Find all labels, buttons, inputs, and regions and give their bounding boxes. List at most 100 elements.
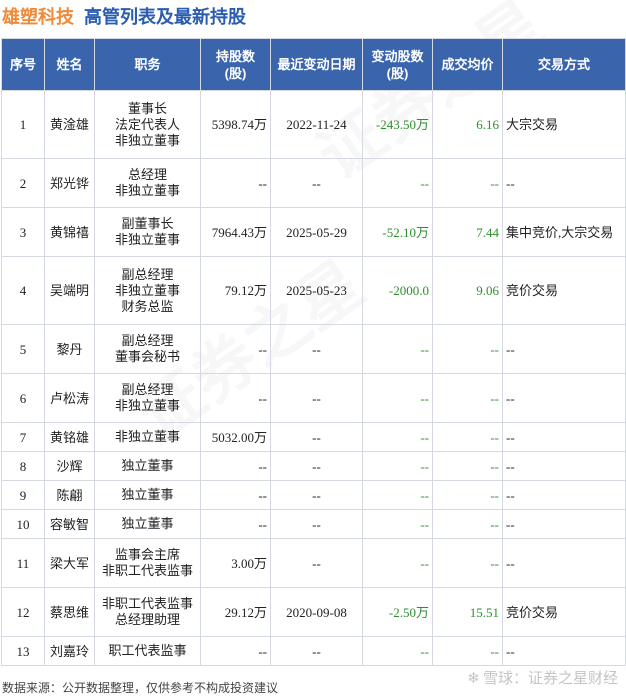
cell-position: 董事长 法定代表人 非独立董事 [94,90,201,159]
cell-change: -- [362,324,433,374]
cell-name: 黎丹 [44,324,95,374]
snowball-icon: ❄ [467,670,480,687]
position-line: 副总经理 [121,382,174,397]
cell-name: 刘嘉玲 [44,636,95,666]
cell-position: 副总经理 董事会秘书 [94,324,201,374]
cell-change: -- [362,509,433,539]
table-body: 1 黄淦雄 董事长 法定代表人 非独立董事 5398.74万 2022-11-24 -243.… [1,90,626,666]
table-row: 9 陈翩 独立董事 -- -- -- -- -- [1,480,626,510]
position-line: 非独立董事 [114,398,180,413]
table-row: 5 黎丹 副总经理 董事会秘书 -- -- -- -- -- [1,324,626,374]
cell-change: -2000.0 [362,256,433,325]
cell-method: 大宗交易 [502,90,626,159]
cell-method: -- [502,373,626,423]
header-no: 序号 [1,38,45,91]
cell-date: 2025-05-29 [270,207,363,257]
header-price: 成交均价 [432,38,503,91]
position-line: 总经理 [127,167,167,182]
position-line: 独立董事 [121,458,174,473]
cell-price: -- [432,636,503,666]
cell-holding: -- [200,509,271,539]
header-name: 姓名 [44,38,95,91]
cell-holding: -- [200,373,271,423]
cell-price: 6.16 [432,90,503,159]
cell-name: 沙辉 [44,451,95,481]
cell-method: 竞价交易 [502,256,626,325]
cell-holding: 3.00万 [200,538,271,588]
cell-no: 8 [1,451,45,481]
cell-date: -- [270,373,363,423]
header-date: 最近变动日期 [270,38,363,91]
header-method: 交易方式 [502,38,626,91]
cell-holding: -- [200,480,271,510]
position-line: 非独立董事 [114,429,180,444]
cell-price: -- [432,324,503,374]
table-header-row: 序号 姓名 职务 持股数 (股) 最近变动日期 变动股数 (股) 成交均价 交易方式 [1,38,626,91]
position-line: 职工代表监事 [108,643,187,658]
cell-method: -- [502,509,626,539]
header-holding-label: 持股数 (股) [215,48,255,81]
cell-name: 卢松涛 [44,373,95,423]
cell-name: 黄锦禧 [44,207,95,257]
cell-no: 10 [1,509,45,539]
page-title: 雄塑科技 高管列表及最新持股 [2,3,246,31]
cell-holding: -- [200,636,271,666]
position-line: 非职工代表监事 [101,563,193,578]
header-change: 变动股数 (股) [362,38,433,91]
cell-change: -243.50万 [362,90,433,159]
cell-price: -- [432,538,503,588]
position-line: 非独立董事 [114,282,180,298]
table-row: 2 郑光铧 总经理 非独立董事 -- -- -- -- -- [1,158,626,208]
cell-no: 5 [1,324,45,374]
cell-holding: -- [200,451,271,481]
table-row: 12 蔡思维 非职工代表监事 总经理助理 29.12万 2020-09-08 -2.50万 1… [1,587,626,637]
cell-name: 梁大军 [44,538,95,588]
cell-position: 副总经理 非独立董事 [94,373,201,423]
cell-price: -- [432,480,503,510]
cell-method: -- [502,324,626,374]
cell-name: 陈翩 [44,480,95,510]
position-line: 副总经理 [121,333,174,348]
cell-change: -- [362,373,433,423]
cell-name: 郑光铧 [44,158,95,208]
cell-position: 副总经理 非独立董事 财务总监 [94,256,201,325]
cell-position: 独立董事 [94,451,201,481]
cell-date: -- [270,538,363,588]
table-row: 8 沙辉 独立董事 -- -- -- -- -- [1,451,626,481]
cell-price: -- [432,451,503,481]
cell-price: -- [432,509,503,539]
position-line: 非独立董事 [114,232,180,247]
data-source-note: 数据来源：公开数据整理，仅供参考不构成投资建议 [2,681,279,695]
cell-date: -- [270,451,363,481]
cell-no: 4 [1,256,45,325]
cell-method: 竞价交易 [502,587,626,637]
cell-no: 11 [1,538,45,588]
cell-method: -- [502,451,626,481]
cell-holding: 5398.74万 [200,90,271,159]
cell-no: 9 [1,480,45,510]
executive-table-container: 序号 姓名 职务 持股数 (股) 最近变动日期 变动股数 (股) 成交均价 交易方式… [1,38,626,666]
position-line: 非独立董事 [114,183,180,198]
cell-position: 独立董事 [94,480,201,510]
cell-position: 副董事长 非独立董事 [94,207,201,257]
position-line: 独立董事 [121,487,174,502]
position-line: 财务总监 [121,298,174,314]
page-subtitle: 高管列表及最新持股 [84,7,246,27]
cell-change: -- [362,636,433,666]
cell-position: 监事会主席 非职工代表监事 [94,538,201,588]
cell-position: 职工代表监事 [94,636,201,666]
cell-method: -- [502,158,626,208]
cell-position: 非职工代表监事 总经理助理 [94,587,201,637]
brand-watermark-text: 雪球：证券之星财经 [482,670,618,687]
cell-date: 2025-05-23 [270,256,363,325]
cell-method: -- [502,480,626,510]
cell-method: -- [502,636,626,666]
cell-date: -- [270,422,363,452]
cell-position: 独立董事 [94,509,201,539]
cell-method: -- [502,422,626,452]
cell-date: -- [270,158,363,208]
position-line: 副董事长 [121,216,174,231]
table-row: 11 梁大军 监事会主席 非职工代表监事 3.00万 -- -- -- -- [1,538,626,588]
header-change-label: 变动股数 (股) [371,48,424,81]
cell-name: 蔡思维 [44,587,95,637]
